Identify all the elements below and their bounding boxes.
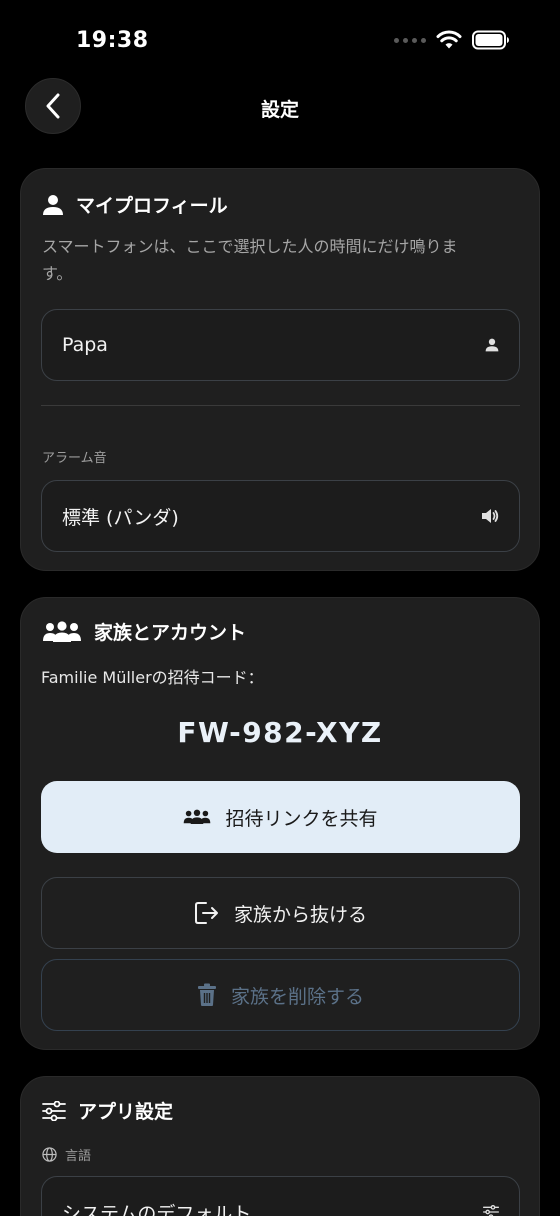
- nav-bar: 設定: [0, 78, 560, 136]
- status-icons: [394, 30, 510, 50]
- invite-code: FW-982-XYZ: [177, 716, 383, 749]
- leave-family-label: 家族から抜ける: [233, 903, 367, 926]
- battery-icon: [472, 30, 509, 50]
- group-icon: [184, 809, 211, 824]
- page-title: 設定: [260, 99, 299, 121]
- alarm-sound-value: 標準 (パンダ): [62, 506, 179, 529]
- trash-icon: [197, 983, 216, 1006]
- invite-code-label: Familie Müllerの招待コード：: [41, 668, 264, 687]
- wifi-icon: [436, 30, 462, 49]
- status-time: 19:38: [76, 28, 149, 53]
- sliders-icon: [42, 1100, 66, 1121]
- delete-family-label: 家族を削除する: [230, 985, 364, 1008]
- language-label-row: 言語: [42, 1145, 91, 1164]
- family-card: 家族とアカウント Familie Müllerの招待コード： FW-982-XY…: [20, 597, 540, 1050]
- language-label: 言語: [65, 1149, 92, 1164]
- alarm-label: アラーム音: [42, 451, 107, 466]
- speaker-icon: [482, 509, 499, 523]
- profile-title: マイプロフィール: [76, 195, 228, 217]
- profile-description: スマートフォンは、ここで選択した人の時間にだけ鳴ります。: [42, 237, 458, 283]
- delete-family-button[interactable]: 家族を削除する: [41, 959, 520, 1031]
- leave-family-button[interactable]: 家族から抜ける: [41, 877, 520, 949]
- share-invite-label: 招待リンクを共有: [225, 807, 378, 830]
- person-icon: [43, 194, 63, 215]
- profile-card: マイプロフィール スマートフォンは、ここで選択した人の時間にだけ鳴ります。 Pa…: [20, 168, 540, 571]
- app-settings-header: アプリ設定: [42, 1097, 173, 1124]
- profile-header: マイプロフィール: [42, 191, 228, 218]
- profile-name-value: Papa: [62, 334, 108, 356]
- profile-name-field[interactable]: Papa: [41, 309, 520, 381]
- share-invite-button[interactable]: 招待リンクを共有: [41, 781, 520, 853]
- person-icon: [485, 338, 499, 352]
- family-header: 家族とアカウント: [42, 618, 246, 645]
- sliders-icon: [483, 1205, 499, 1216]
- divider: [41, 405, 520, 406]
- app-settings-card: アプリ設定 言語 システムのデフォルト: [20, 1076, 540, 1216]
- language-field[interactable]: システムのデフォルト: [41, 1176, 520, 1216]
- globe-icon: [42, 1147, 57, 1162]
- group-icon: [43, 620, 81, 642]
- app-settings-title: アプリ設定: [78, 1101, 174, 1123]
- language-value: システムのデフォルト: [62, 1202, 252, 1216]
- logout-icon: [194, 902, 218, 924]
- alarm-sound-field[interactable]: 標準 (パンダ): [41, 480, 520, 552]
- status-bar: 19:38: [0, 0, 560, 80]
- family-title: 家族とアカウント: [94, 622, 247, 644]
- signal-dots-icon: [394, 37, 426, 43]
